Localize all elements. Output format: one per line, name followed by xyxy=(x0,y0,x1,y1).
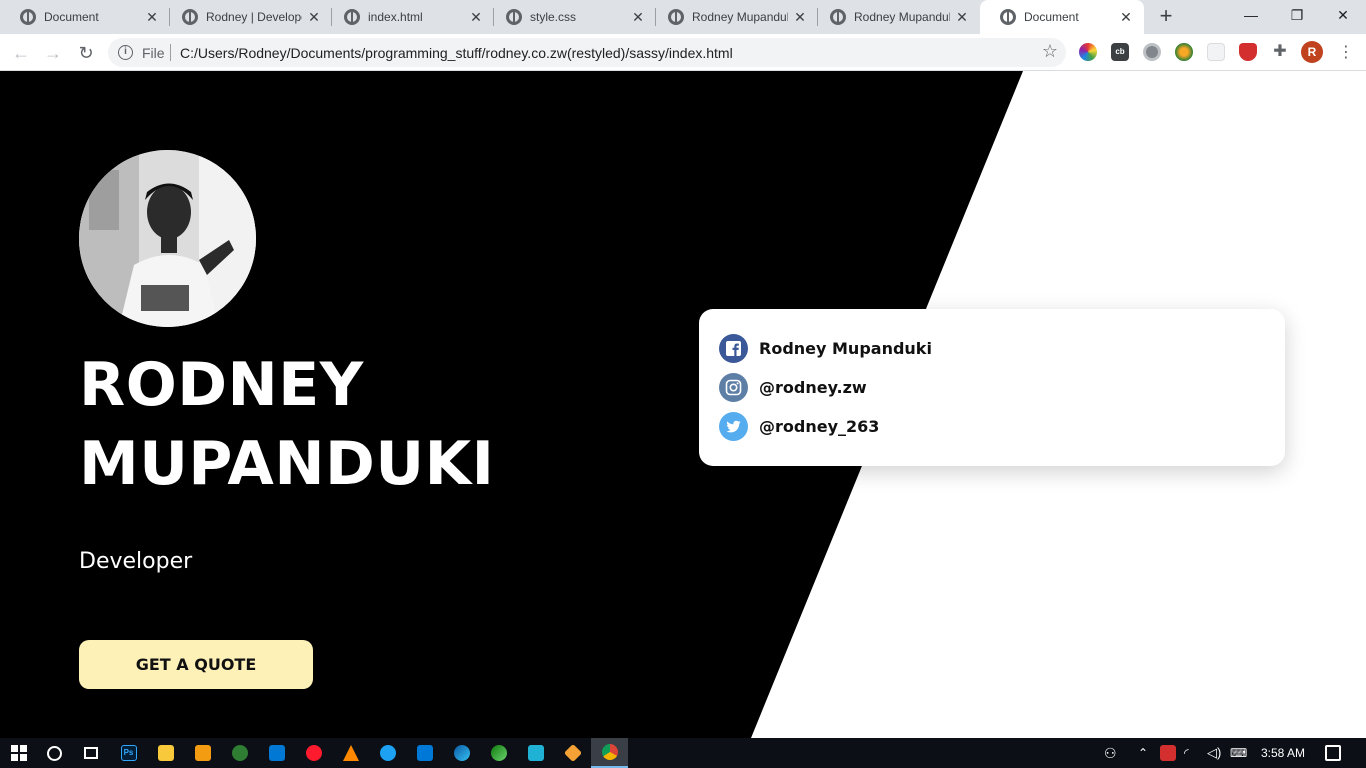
forward-arrow-icon[interactable]: → xyxy=(40,40,66,66)
twitter-icon xyxy=(719,412,748,441)
tab-title: Rodney | Developer xyxy=(206,10,302,24)
close-tab-icon[interactable]: ✕ xyxy=(144,9,160,25)
tab-title: Document xyxy=(44,10,99,24)
windows-taskbar: Ps ⚇ ⌃ ◜ ◁) ⌨ 3:58 AM xyxy=(0,738,1366,768)
edge-icon[interactable] xyxy=(443,738,480,768)
social-link-instagram[interactable]: @rodney.zw xyxy=(719,368,1265,407)
reload-icon[interactable]: ↻ xyxy=(73,40,99,66)
tab-strip: Document ✕ Rodney | Developer ✕ index.ht… xyxy=(0,0,1366,34)
hero-name: RODNEY MUPANDUKI xyxy=(79,346,494,504)
get-a-quote-button[interactable]: GET A QUOTE xyxy=(79,640,313,689)
tab-title: Rodney Mupanduki xyxy=(854,10,950,24)
facebook-icon xyxy=(719,334,748,363)
restore-button[interactable]: ❐ xyxy=(1274,0,1320,30)
browser-tab[interactable]: Rodney Mupanduki ✕ xyxy=(648,0,818,34)
browser-toolbar: ← → ↻ i File C:/Users/Rodney/Documents/p… xyxy=(0,34,1366,71)
browser-tab[interactable]: Rodney Mupanduki ✕ xyxy=(810,0,980,34)
social-link-twitter[interactable]: @rodney_263 xyxy=(719,407,1265,446)
vlc-icon[interactable] xyxy=(332,738,369,768)
profile-avatar[interactable]: R xyxy=(1301,41,1323,63)
close-tab-icon[interactable]: ✕ xyxy=(954,9,970,25)
blank-extension-icon[interactable] xyxy=(1207,43,1225,61)
twitter-app-icon[interactable] xyxy=(369,738,406,768)
close-tab-icon[interactable]: ✕ xyxy=(306,9,322,25)
page-viewport: RODNEY MUPANDUKI Developer GET A QUOTE R… xyxy=(0,71,1366,738)
address-divider xyxy=(170,44,171,61)
people-icon[interactable]: ⚇ xyxy=(1104,738,1117,768)
antivirus-icon[interactable] xyxy=(1160,745,1176,761)
git-icon[interactable] xyxy=(554,738,591,768)
chrome-icon[interactable] xyxy=(591,738,628,768)
input-method-icon[interactable]: ⌨ xyxy=(1230,738,1247,768)
social-label: Rodney Mupanduki xyxy=(759,339,932,358)
gear-extension-icon[interactable] xyxy=(1143,43,1161,61)
profile-photo xyxy=(79,150,256,327)
window-close-button[interactable]: ✕ xyxy=(1320,0,1366,30)
hero-name-line1: RODNEY xyxy=(79,350,364,420)
instagram-icon xyxy=(719,373,748,402)
browser-tab[interactable]: style.css ✕ xyxy=(486,0,656,34)
hero-name-line2: MUPANDUKI xyxy=(79,429,495,499)
green-app-icon[interactable] xyxy=(221,738,258,768)
globe-extension-icon[interactable] xyxy=(1175,43,1193,61)
globe-icon xyxy=(344,9,360,25)
globe-icon xyxy=(668,9,684,25)
cortana-search-icon[interactable] xyxy=(36,738,73,768)
globe-icon xyxy=(182,9,198,25)
address-bar[interactable]: i File C:/Users/Rodney/Documents/program… xyxy=(108,38,1066,67)
tab-title: style.css xyxy=(530,10,577,24)
media-player-icon[interactable] xyxy=(184,738,221,768)
close-tab-icon[interactable]: ✕ xyxy=(1118,9,1134,25)
social-label: @rodney_263 xyxy=(759,417,880,436)
bookmark-star-icon[interactable]: ☆ xyxy=(1042,41,1058,62)
notification-icon[interactable] xyxy=(1325,745,1341,761)
browser-tab[interactable]: Rodney | Developer ✕ xyxy=(162,0,332,34)
url-text[interactable]: C:/Users/Rodney/Documents/programming_st… xyxy=(180,45,733,61)
opera-icon[interactable] xyxy=(295,738,332,768)
close-tab-icon[interactable]: ✕ xyxy=(630,9,646,25)
task-view-icon[interactable] xyxy=(72,738,109,768)
social-links-card: Rodney Mupanduki @rodney.zw @rodney_263 xyxy=(699,309,1285,466)
puzzle-icon[interactable]: ✚ xyxy=(1271,43,1289,61)
back-arrow-icon[interactable]: ← xyxy=(8,40,34,66)
close-tab-icon[interactable]: ✕ xyxy=(468,9,484,25)
social-link-facebook[interactable]: Rodney Mupanduki xyxy=(719,329,1265,368)
tray-chevron-icon[interactable]: ⌃ xyxy=(1138,738,1148,768)
cb-icon[interactable]: cb xyxy=(1111,43,1129,61)
edge-dev-icon[interactable] xyxy=(480,738,517,768)
minimize-button[interactable]: — xyxy=(1228,0,1274,30)
shield-icon[interactable] xyxy=(1239,43,1257,61)
wifi-icon[interactable]: ◜ xyxy=(1184,738,1189,768)
scheme-label: File xyxy=(142,45,165,61)
volume-icon[interactable]: ◁) xyxy=(1207,738,1221,768)
file-explorer-icon[interactable] xyxy=(147,738,184,768)
windows-start-icon[interactable] xyxy=(0,738,37,768)
globe-icon xyxy=(830,9,846,25)
info-icon[interactable]: i xyxy=(118,45,133,60)
tab-title: Document xyxy=(1024,10,1079,24)
globe-icon xyxy=(506,9,522,25)
browser-tab[interactable]: Document ✕ xyxy=(0,0,170,34)
browser-tab[interactable]: index.html ✕ xyxy=(324,0,494,34)
globe-icon xyxy=(1000,9,1016,25)
photoshop-icon[interactable]: Ps xyxy=(110,738,147,768)
close-tab-icon[interactable]: ✕ xyxy=(792,9,808,25)
vscode-icon[interactable] xyxy=(406,738,443,768)
color-wheel-icon[interactable] xyxy=(1079,43,1097,61)
browser-tab-active[interactable]: Document ✕ xyxy=(980,0,1144,34)
tab-title: Rodney Mupanduki xyxy=(692,10,788,24)
mail-icon[interactable] xyxy=(258,738,295,768)
social-label: @rodney.zw xyxy=(759,378,867,397)
new-tab-button[interactable]: + xyxy=(1154,5,1178,29)
clock-time[interactable]: 3:58 AM xyxy=(1261,738,1305,768)
camera-app-icon[interactable] xyxy=(517,738,554,768)
hero-role: Developer xyxy=(79,549,193,574)
menu-dots-icon[interactable]: ⋮ xyxy=(1338,42,1354,62)
globe-icon xyxy=(20,9,36,25)
tab-title: index.html xyxy=(368,10,423,24)
